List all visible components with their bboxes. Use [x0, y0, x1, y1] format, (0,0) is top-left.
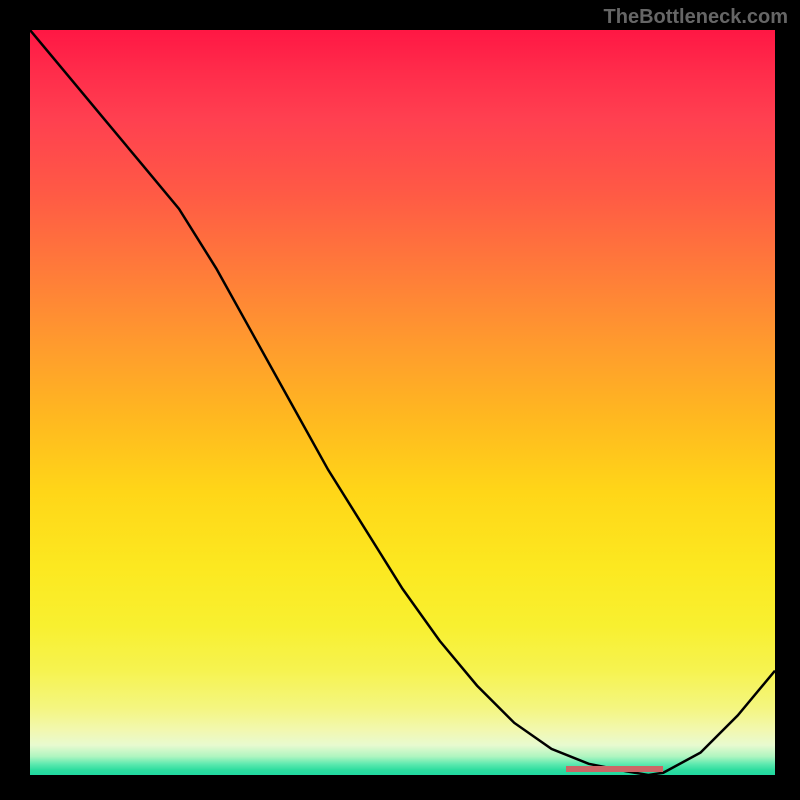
- chart-line-svg: [30, 30, 775, 775]
- chart-container: TheBottleneck.com: [0, 0, 800, 800]
- plot-area: [30, 30, 775, 775]
- curve-line: [30, 30, 775, 775]
- watermark-text: TheBottleneck.com: [604, 6, 788, 29]
- indicator-bar: [566, 766, 663, 772]
